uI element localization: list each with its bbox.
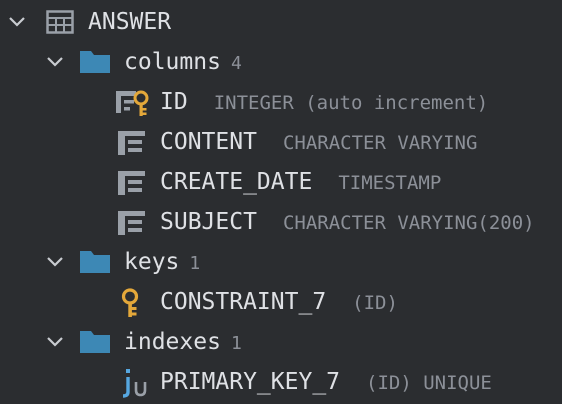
column-type: INTEGER (auto increment) — [213, 92, 489, 114]
folder-label: columns — [124, 49, 221, 75]
folder-icon — [80, 251, 110, 273]
unique-index-icon — [122, 369, 147, 398]
column-icon — [118, 171, 145, 195]
column-icon — [118, 131, 145, 155]
tree-node-column-create-date[interactable]: CREATE_DATE TIMESTAMP — [0, 162, 562, 202]
column-name: CONTENT — [160, 129, 257, 155]
tree-node-keys-folder[interactable]: keys 1 — [0, 242, 562, 282]
chevron-down-icon[interactable] — [46, 56, 64, 68]
column-type: CHARACTER VARYING(200) — [282, 212, 535, 234]
folder-label: indexes — [124, 329, 221, 355]
tree-node-column-content[interactable]: CONTENT CHARACTER VARYING — [0, 122, 562, 162]
database-tree: ANSWER columns 4 ID INTEGER (auto incremen… — [0, 0, 562, 404]
tree-node-indexes-folder[interactable]: indexes 1 — [0, 322, 562, 362]
tree-node-columns-folder[interactable]: columns 4 — [0, 42, 562, 82]
tree-node-key-constraint-7[interactable]: CONSTRAINT_7 (ID) — [0, 282, 562, 322]
column-name: CREATE_DATE — [160, 169, 313, 195]
tree-node-index-primary-key-7[interactable]: PRIMARY_KEY_7 (ID) UNIQUE — [0, 362, 562, 402]
table-icon — [46, 10, 74, 34]
folder-count: 4 — [230, 53, 242, 74]
folder-count: 1 — [230, 333, 242, 354]
index-detail: (ID) UNIQUE — [366, 372, 492, 394]
column-name: SUBJECT — [160, 209, 257, 235]
folder-count: 1 — [189, 253, 201, 274]
column-type: TIMESTAMP — [338, 172, 442, 194]
tree-node-column-id[interactable]: ID INTEGER (auto increment) — [0, 82, 562, 122]
tree-node-answer-table[interactable]: ANSWER — [0, 2, 562, 42]
key-icon — [121, 288, 139, 317]
primary-key-column-icon — [116, 90, 149, 116]
folder-label: keys — [124, 249, 180, 275]
folder-icon — [80, 331, 110, 353]
tree-node-column-subject[interactable]: SUBJECT CHARACTER VARYING(200) — [0, 202, 562, 242]
chevron-down-icon[interactable] — [8, 16, 26, 28]
column-name: ID — [160, 89, 188, 115]
column-icon — [118, 211, 145, 235]
key-name: CONSTRAINT_7 — [160, 289, 327, 315]
column-type: CHARACTER VARYING — [282, 132, 478, 154]
index-name: PRIMARY_KEY_7 — [160, 369, 341, 395]
folder-icon — [80, 51, 110, 73]
table-name: ANSWER — [88, 9, 172, 35]
key-detail: (ID) — [352, 292, 398, 314]
chevron-down-icon[interactable] — [46, 256, 64, 268]
chevron-down-icon[interactable] — [46, 336, 64, 348]
